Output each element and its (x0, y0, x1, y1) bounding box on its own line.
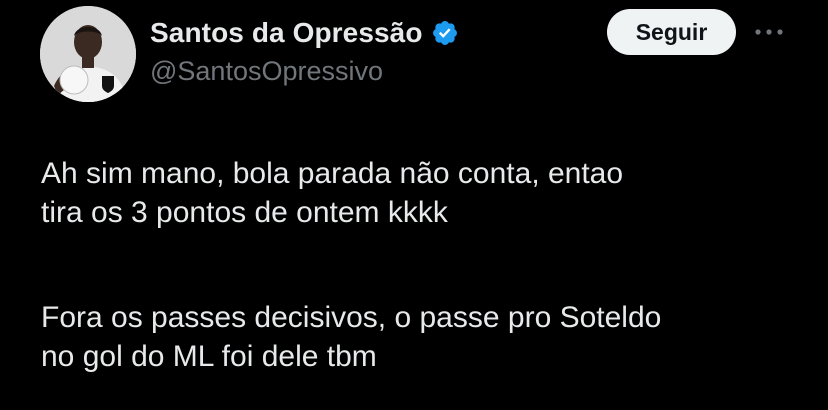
display-name[interactable]: Santos da Opressão (150, 17, 423, 49)
tweet-card: Santos da Opressão @SantosOpressivo Segu… (0, 0, 828, 410)
tweet-text: Ah sim mano, bola parada não conta, enta… (41, 154, 811, 376)
tweet-text-line: tira os 3 pontos de ontem kkkk (41, 196, 448, 229)
avatar-image (40, 6, 136, 102)
verified-badge-icon (431, 19, 459, 47)
avatar[interactable] (40, 6, 136, 102)
user-handle[interactable]: @SantosOpressivo (150, 56, 383, 87)
follow-button[interactable]: Seguir (607, 9, 736, 55)
tweet-text-line: Ah sim mano, bola parada não conta, enta… (41, 157, 624, 190)
tweet-text-line: no gol do ML foi dele tbm (41, 340, 377, 373)
tweet-text-line: Fora os passes decisivos, o passe pro So… (41, 301, 662, 334)
user-name-row: Santos da Opressão (150, 14, 459, 52)
more-options-icon[interactable] (752, 18, 786, 46)
